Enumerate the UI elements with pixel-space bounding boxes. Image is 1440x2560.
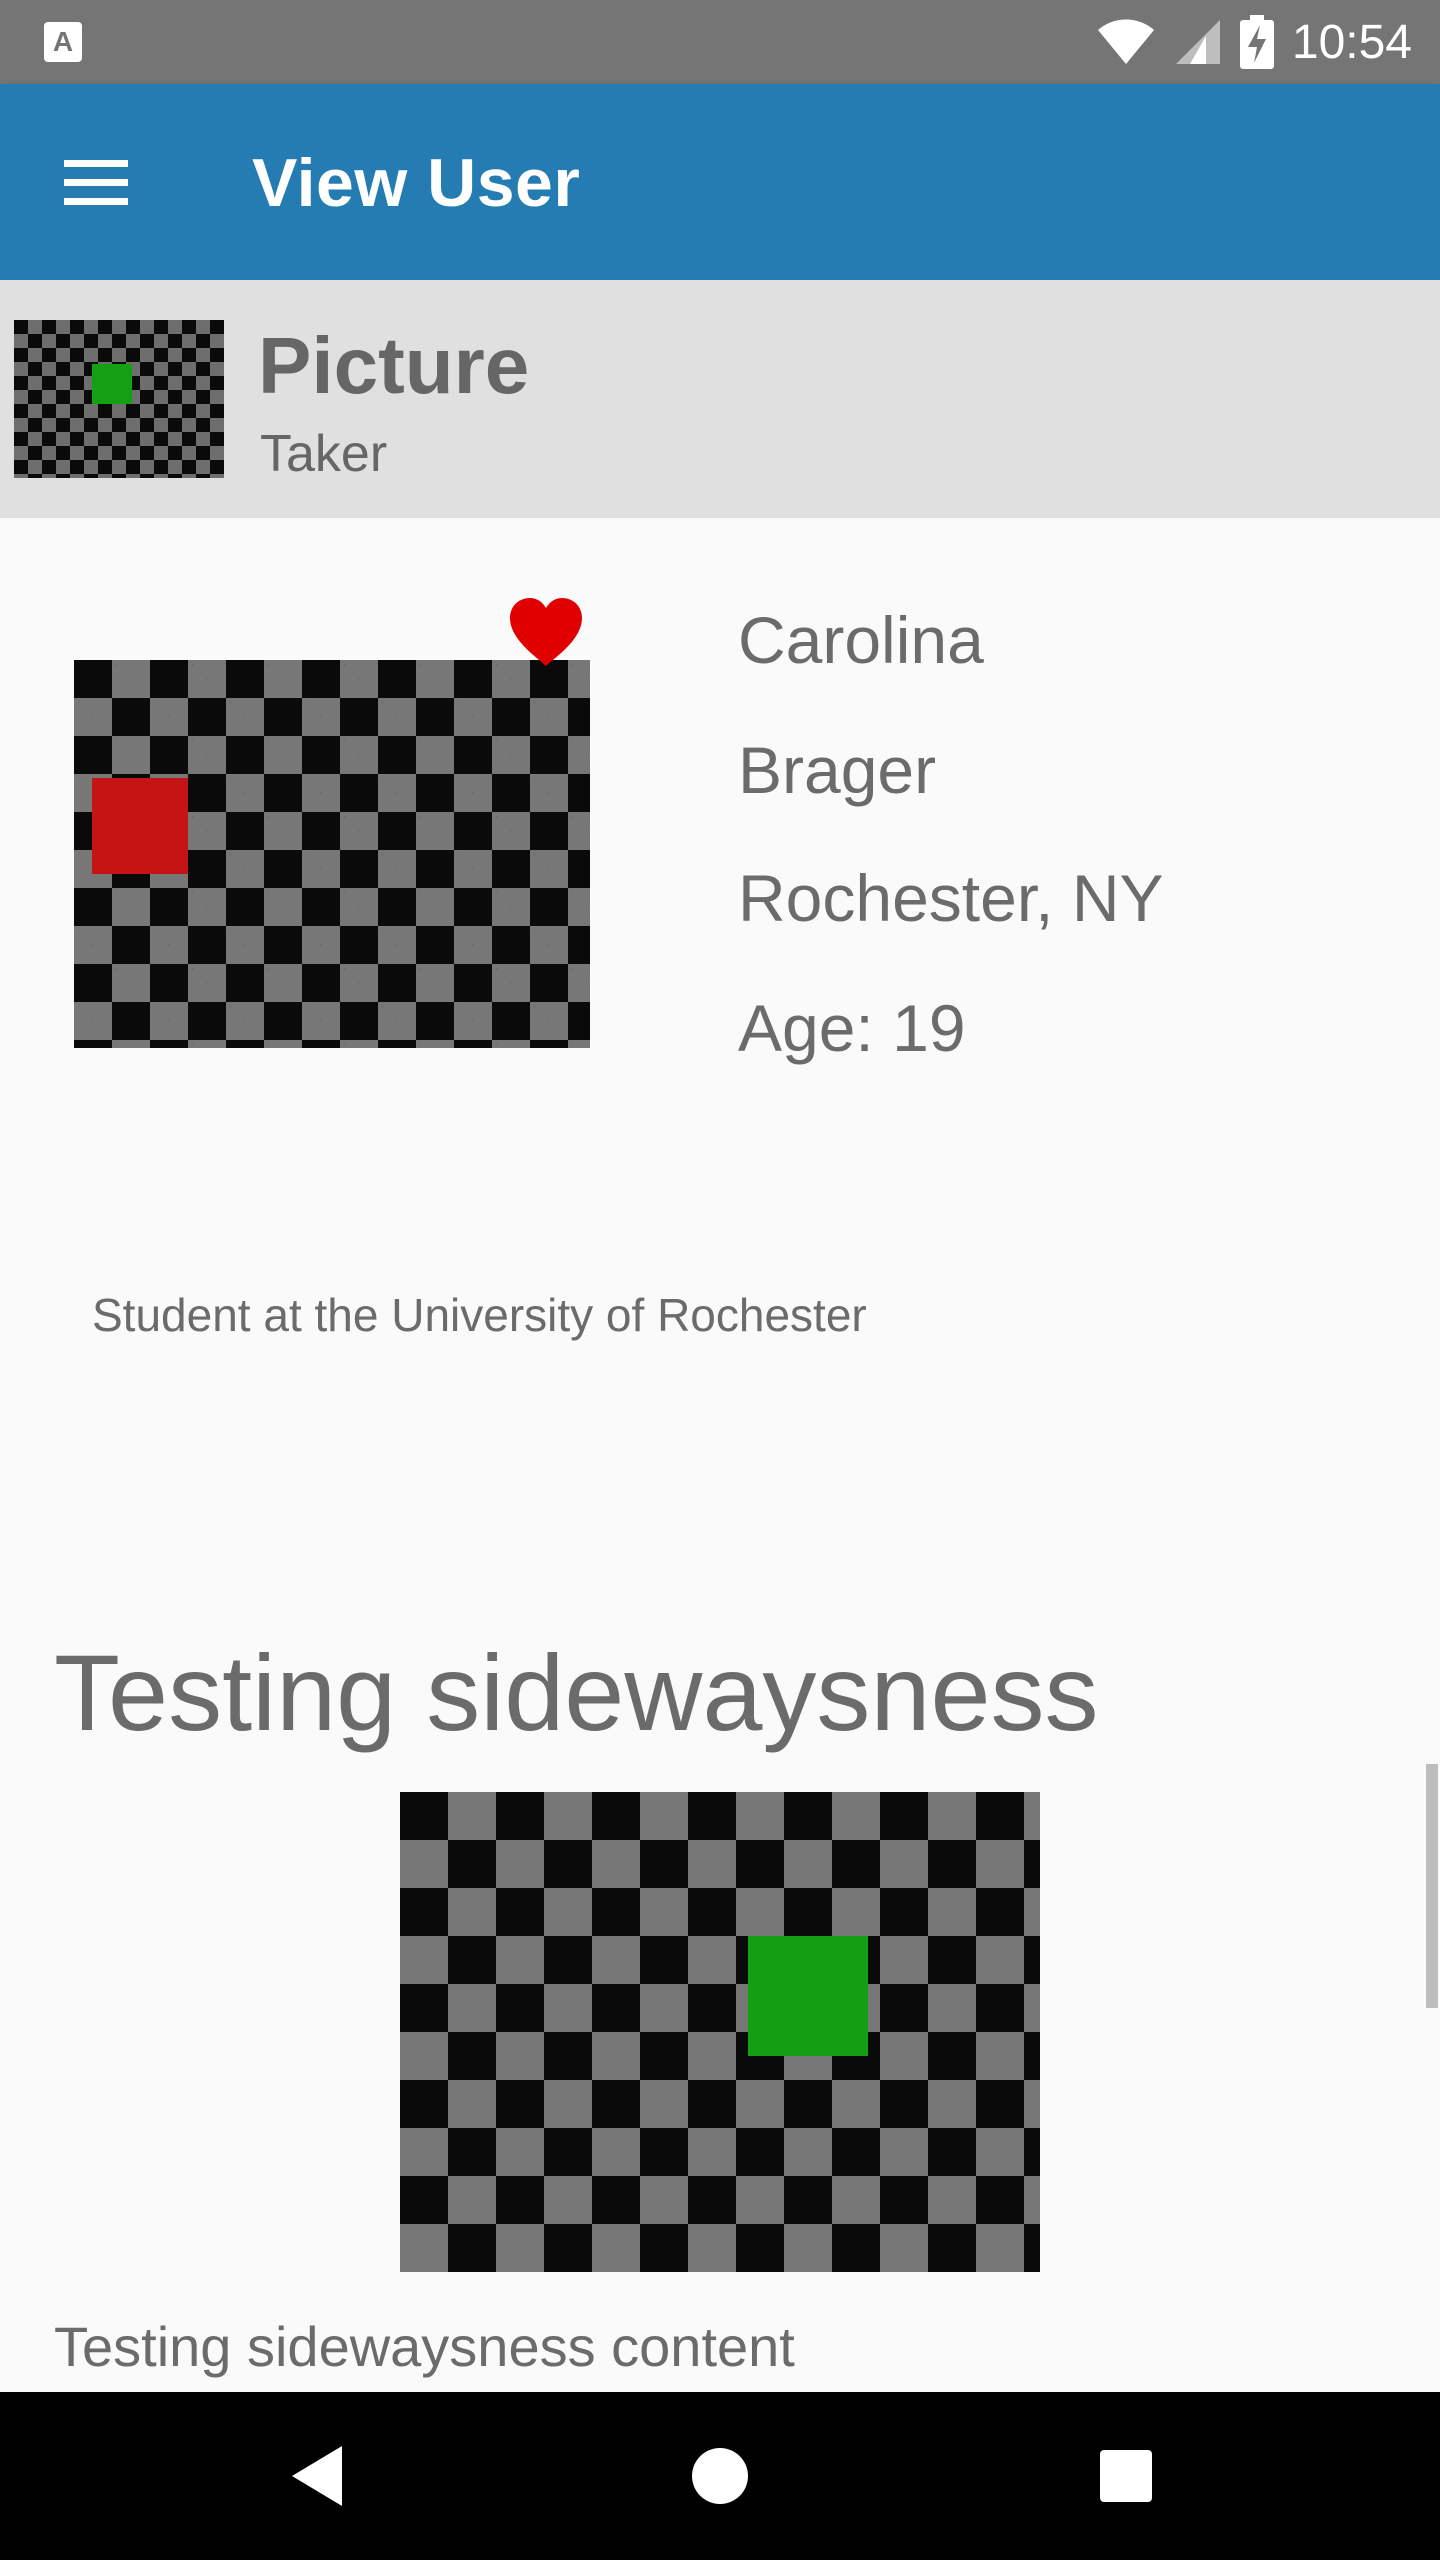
keyboard-a-icon: A [44, 22, 82, 62]
keyboard-icon-letter: A [52, 26, 74, 57]
status-time: 10:54 [1291, 15, 1412, 69]
status-icons: 10:54 [1096, 0, 1412, 84]
hamburger-menu-icon[interactable] [56, 142, 136, 222]
app-bar: View User [0, 84, 1440, 280]
scrollbar[interactable] [1426, 1764, 1438, 2008]
header-subtitle: Taker [260, 425, 388, 483]
status-bar: A 10:54 [0, 0, 1440, 84]
header-title: Picture [258, 321, 530, 410]
section-content: Testing sidewaysness content [54, 2315, 795, 2378]
first-name: Carolina [738, 603, 984, 677]
age: Age: 19 [738, 991, 966, 1065]
section-image[interactable] [400, 1792, 1040, 2272]
heart-icon[interactable] [508, 596, 584, 668]
signal-icon [1175, 20, 1220, 64]
photo-red-marker [92, 778, 188, 874]
section-image-green-marker [748, 1936, 868, 2056]
page-title: View User [252, 145, 581, 221]
header-thumbnail [14, 320, 224, 478]
section-heading: Testing sidewaysness [54, 1632, 1099, 1753]
last-name: Brager [738, 733, 937, 807]
system-navigation-bar [0, 2392, 1440, 2560]
wifi-icon [1097, 19, 1154, 64]
home-circle-icon[interactable] [636, 2392, 804, 2560]
profile-photo[interactable] [74, 660, 590, 1048]
back-triangle-icon[interactable] [232, 2392, 400, 2560]
recents-square-icon[interactable] [1042, 2392, 1210, 2560]
battery-charging-icon [1239, 15, 1274, 69]
bio-text: Student at the University of Rochester [92, 1289, 867, 1341]
thumbnail-green-marker [92, 364, 132, 404]
drawer-header: Picture Taker [0, 280, 1440, 518]
location: Rochester, NY [738, 861, 1164, 935]
